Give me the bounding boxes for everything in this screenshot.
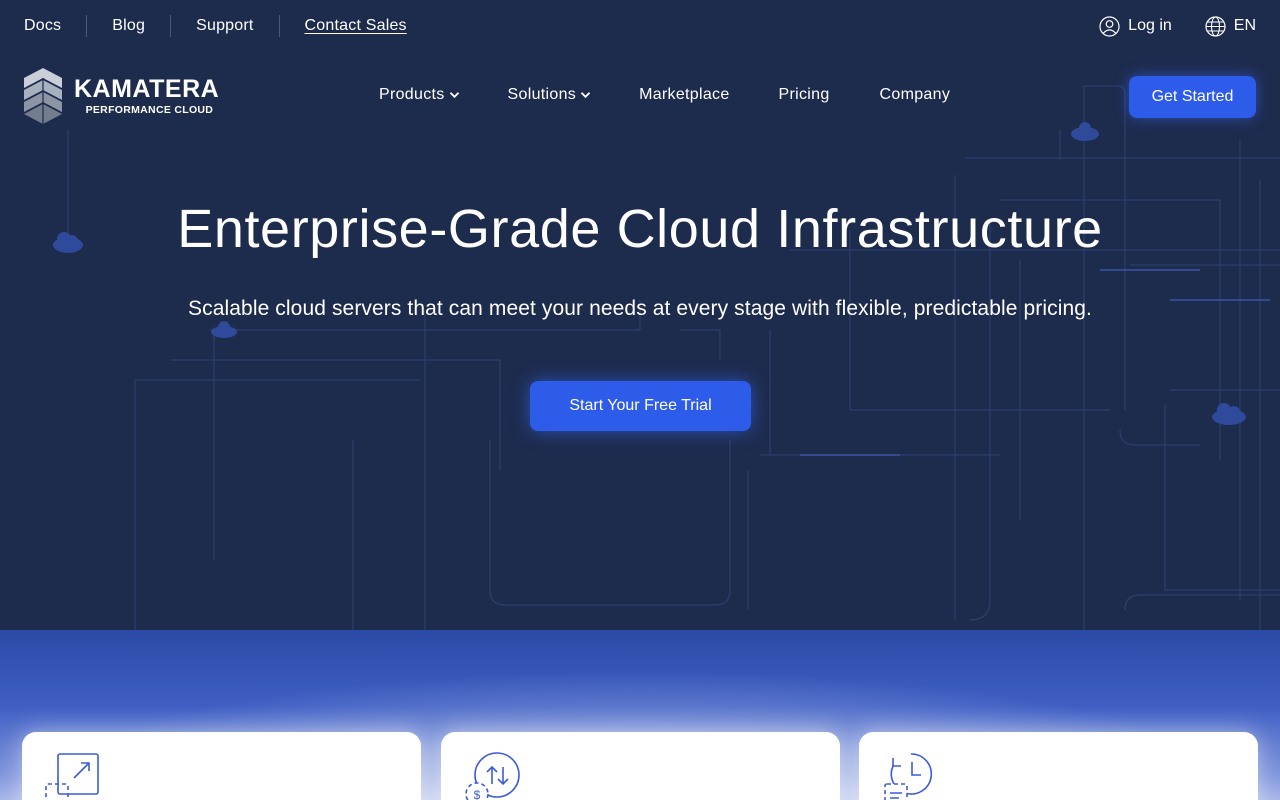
nav-item-solutions[interactable]: Solutions bbox=[508, 86, 592, 104]
nav-item-label: Pricing bbox=[778, 86, 830, 103]
get-started-button[interactable]: Get Started bbox=[1129, 76, 1256, 118]
start-free-trial-button[interactable]: Start Your Free Trial bbox=[530, 381, 751, 431]
kamatera-logo-icon bbox=[24, 68, 62, 124]
brand-name: KAMATERA bbox=[74, 75, 220, 103]
feature-card[interactable] bbox=[22, 732, 421, 800]
support-link[interactable]: Support bbox=[196, 17, 253, 35]
docs-link[interactable]: Docs bbox=[24, 17, 61, 35]
feature-card[interactable] bbox=[859, 732, 1258, 800]
user-icon bbox=[1099, 15, 1120, 37]
nav-item-company[interactable]: Company bbox=[880, 86, 951, 104]
login-label: Log in bbox=[1128, 17, 1172, 34]
nav-item-label: Company bbox=[879, 86, 951, 103]
nav-item-marketplace[interactable]: Marketplace bbox=[639, 86, 729, 104]
hero-section: Docs Blog Support Contact Sales Log in E… bbox=[0, 0, 1280, 630]
login-link[interactable]: Log in bbox=[1099, 15, 1172, 37]
nav-item-products[interactable]: Products bbox=[379, 86, 460, 104]
brand-logo[interactable]: KAMATERA PERFORMANCE CLOUD bbox=[24, 68, 219, 124]
nav-item-pricing[interactable]: Pricing bbox=[779, 86, 830, 104]
globe-icon bbox=[1205, 15, 1226, 37]
nav-item-label: Marketplace bbox=[639, 86, 730, 103]
contact-sales-link[interactable]: Contact Sales bbox=[305, 17, 407, 35]
billing-transfer-icon: $ bbox=[465, 752, 520, 800]
scale-resize-icon bbox=[45, 753, 99, 800]
nav-item-label: Solutions bbox=[507, 86, 577, 103]
nav-menu: Products Solutions Marketplace Pricing C… bbox=[379, 86, 950, 104]
blog-link[interactable]: Blog bbox=[112, 17, 145, 35]
divider bbox=[170, 15, 172, 37]
divider bbox=[278, 15, 280, 37]
top-utility-bar: Docs Blog Support Contact Sales Log in E… bbox=[0, 0, 1280, 52]
language-label: EN bbox=[1233, 17, 1256, 34]
nav-item-label: Products bbox=[379, 86, 445, 103]
hero-title: Enterprise-Grade Cloud Infrastructure bbox=[177, 199, 1103, 259]
scheduled-document-icon bbox=[884, 753, 933, 800]
brand-tagline: PERFORMANCE CLOUD bbox=[85, 104, 214, 116]
divider bbox=[86, 15, 88, 37]
chevron-down-icon bbox=[580, 92, 591, 99]
hero-subtitle: Scalable cloud servers that can meet you… bbox=[188, 297, 1092, 320]
features-section: $ bbox=[0, 630, 1280, 800]
chevron-down-icon bbox=[449, 92, 459, 99]
top-right-utilities: Log in EN bbox=[1099, 15, 1256, 37]
language-selector[interactable]: EN bbox=[1205, 15, 1256, 37]
feature-card[interactable]: $ bbox=[441, 732, 840, 800]
main-navbar: KAMATERA PERFORMANCE CLOUD Products Solu… bbox=[0, 64, 1280, 130]
logo-wordmark: KAMATERA PERFORMANCE CLOUD bbox=[74, 76, 219, 116]
svg-text:$: $ bbox=[474, 788, 481, 800]
top-links: Docs Blog Support Contact Sales bbox=[24, 15, 407, 37]
